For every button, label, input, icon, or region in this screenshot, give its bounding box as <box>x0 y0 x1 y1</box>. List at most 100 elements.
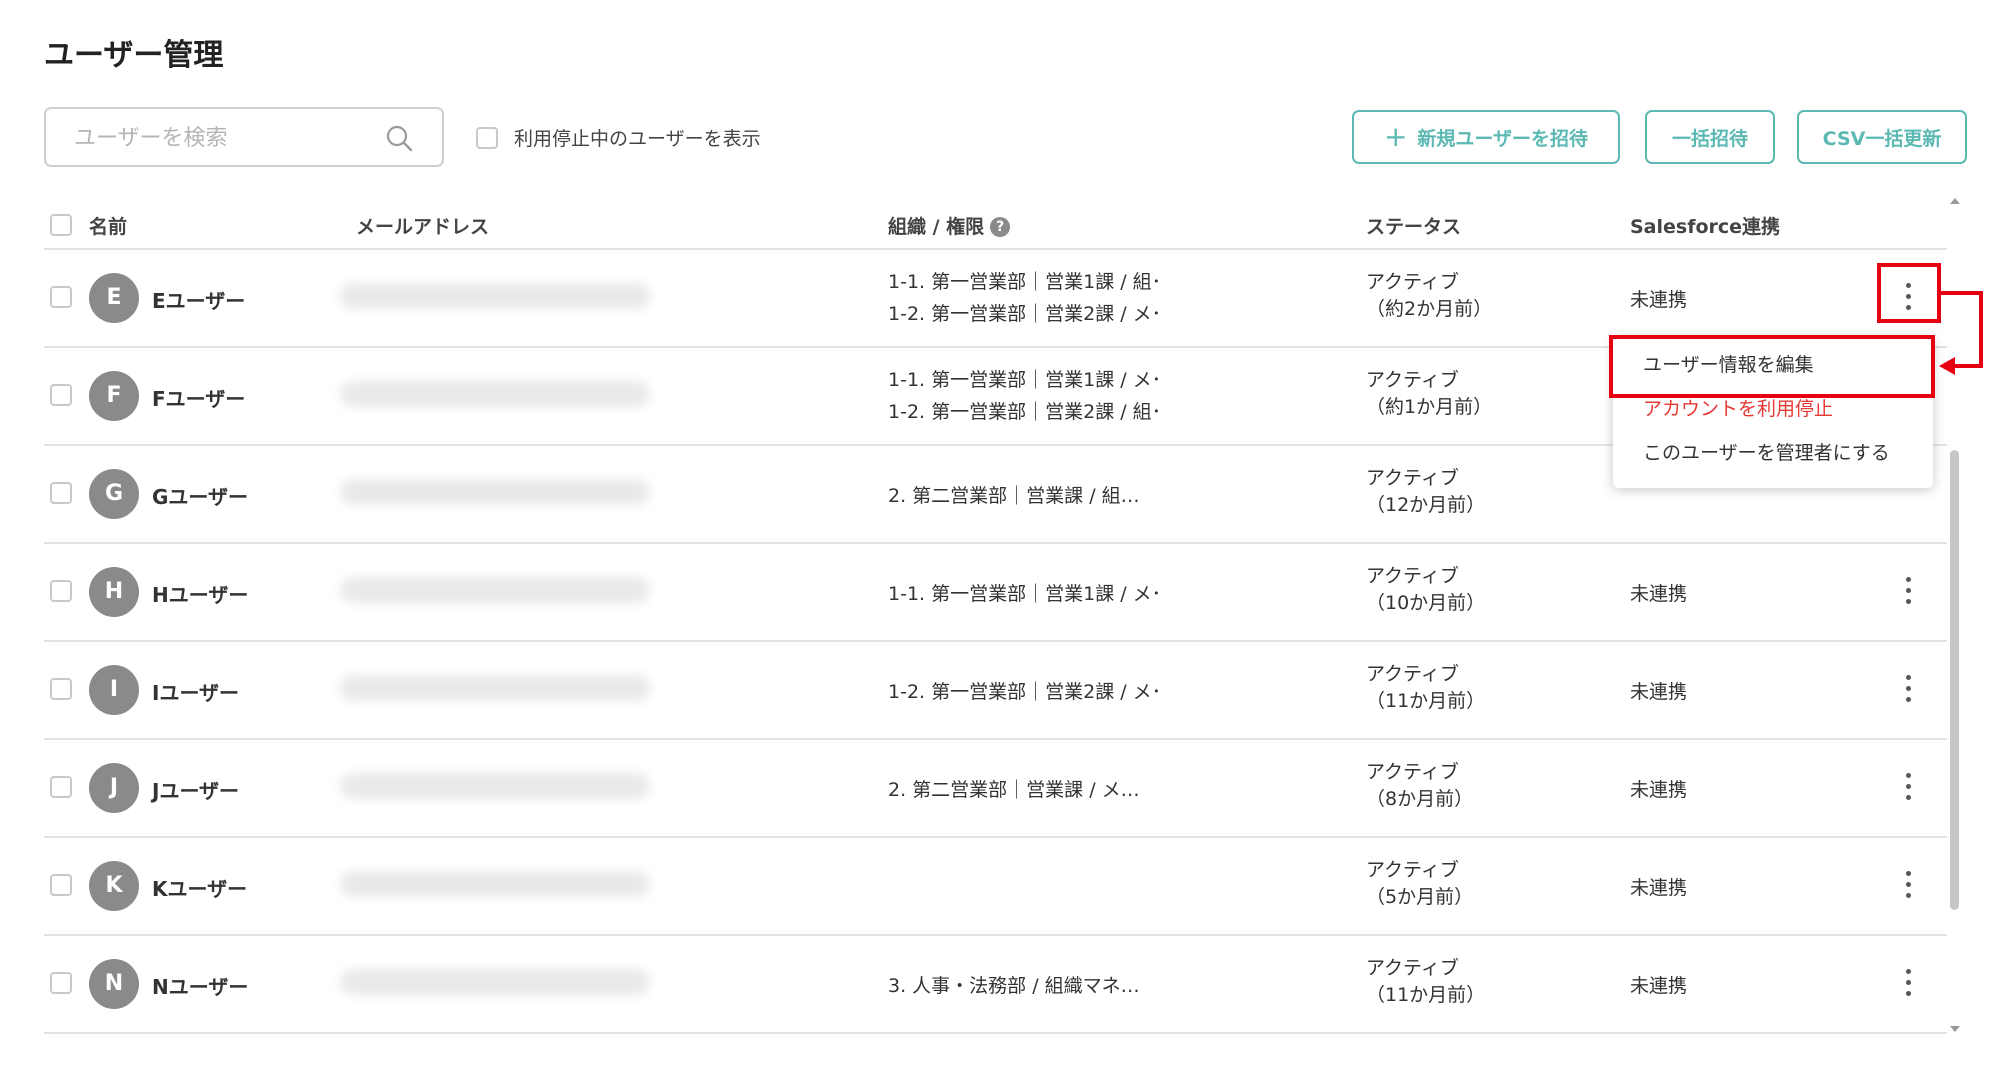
search-icon[interactable] <box>384 123 414 153</box>
status-cell: アクティブ （12か月前） <box>1366 465 1485 519</box>
email-redacted <box>340 479 650 505</box>
row-menu-icon[interactable] <box>1896 963 1920 1003</box>
status-cell: アクティブ （10か月前） <box>1366 563 1485 617</box>
org-line: 1-1. 第一営業部｜営業1課 / 組･ <box>888 271 1162 293</box>
status-since: （11か月前） <box>1366 984 1486 1006</box>
table-row[interactable]: J Jユーザー 2. 第二営業部｜営業課 / メ… アクティブ （8か月前） 未連… <box>0 739 1960 837</box>
user-name: Kユーザー <box>152 877 248 901</box>
org-line: 1-2. 第一営業部｜営業2課 / 組･ <box>888 401 1162 423</box>
header-status[interactable]: ステータス <box>1366 212 1461 239</box>
org-line: 1-2. 第一営業部｜営業2課 / メ･ <box>888 681 1162 703</box>
select-all-checkbox[interactable] <box>50 214 72 236</box>
salesforce-status: 未連携 <box>1630 779 1688 801</box>
status-text: アクティブ <box>1366 565 1459 587</box>
invite-user-button[interactable]: + 新規ユーザーを招待 <box>1352 110 1620 164</box>
status-since: （8か月前） <box>1366 788 1474 810</box>
status-cell: アクティブ （5か月前） <box>1366 857 1473 911</box>
email-redacted <box>340 675 650 701</box>
avatar: F <box>89 371 139 421</box>
status-text: アクティブ <box>1366 369 1459 391</box>
email-redacted <box>340 283 650 309</box>
status-since: （約1か月前） <box>1366 396 1493 418</box>
status-since: （5か月前） <box>1366 886 1474 908</box>
row-menu-icon[interactable] <box>1896 571 1920 611</box>
email-redacted <box>340 577 650 603</box>
row-menu-icon[interactable] <box>1896 865 1920 905</box>
table-row[interactable]: K Kユーザー アクティブ （5か月前） 未連携 <box>0 837 1960 935</box>
scroll-up-icon[interactable] <box>1950 198 1960 204</box>
table-row[interactable]: I Iユーザー 1-2. 第一営業部｜営業2課 / メ･ アクティブ （11か月前… <box>0 641 1960 739</box>
menu-item-suspend-account[interactable]: アカウントを利用停止 <box>1643 394 1833 421</box>
user-name: Gユーザー <box>152 485 249 509</box>
invite-user-label: 新規ユーザーを招待 <box>1417 127 1589 150</box>
table-row[interactable]: E Eユーザー 1-1. 第一営業部｜営業1課 / 組･ 1-2. 第一営業部｜… <box>0 249 1960 347</box>
row-checkbox[interactable] <box>50 874 72 896</box>
avatar: N <box>89 959 139 1009</box>
page-title: ユーザー管理 <box>44 38 224 73</box>
salesforce-status: 未連携 <box>1630 681 1688 703</box>
annotation-arrow-icon <box>1939 291 1983 375</box>
row-checkbox[interactable] <box>50 384 72 406</box>
status-text: アクティブ <box>1366 957 1459 979</box>
status-text: アクティブ <box>1366 859 1459 881</box>
row-menu-icon[interactable] <box>1896 669 1920 709</box>
row-checkbox[interactable] <box>50 286 72 308</box>
avatar: K <box>89 861 139 911</box>
menu-item-make-admin[interactable]: このユーザーを管理者にする <box>1643 438 1890 465</box>
table-row[interactable]: H Hユーザー 1-1. 第一営業部｜営業1課 / メ･ アクティブ （10か月前… <box>0 543 1960 641</box>
user-name: Jユーザー <box>152 779 240 803</box>
org-line: 2. 第二営業部｜営業課 / 組… <box>888 485 1140 507</box>
avatar: I <box>89 665 139 715</box>
row-divider <box>44 1032 1947 1034</box>
row-checkbox[interactable] <box>50 580 72 602</box>
header-salesforce[interactable]: Salesforce連携 <box>1630 212 1780 239</box>
scrollbar-thumb[interactable] <box>1950 450 1959 910</box>
row-checkbox[interactable] <box>50 678 72 700</box>
show-suspended-checkbox[interactable] <box>476 127 498 149</box>
plus-icon: + <box>1383 120 1408 153</box>
email-redacted <box>340 773 650 799</box>
status-since: （12か月前） <box>1366 494 1486 516</box>
status-cell: アクティブ （約2か月前） <box>1366 269 1492 323</box>
org-line: 1-2. 第一営業部｜営業2課 / メ･ <box>888 303 1162 325</box>
status-cell: アクティブ （8か月前） <box>1366 759 1473 813</box>
status-since: （10か月前） <box>1366 592 1486 614</box>
show-suspended-label: 利用停止中のユーザーを表示 <box>514 128 761 150</box>
bulk-invite-button[interactable]: 一括招待 <box>1645 110 1775 164</box>
help-icon[interactable]: ? <box>990 217 1011 237</box>
avatar: E <box>89 273 139 323</box>
header-name[interactable]: 名前 <box>89 212 127 239</box>
salesforce-status: 未連携 <box>1630 583 1688 605</box>
avatar: G <box>89 469 139 519</box>
email-redacted <box>340 969 650 995</box>
status-cell: アクティブ （約1か月前） <box>1366 367 1492 421</box>
csv-update-button[interactable]: CSV一括更新 <box>1797 110 1967 164</box>
row-checkbox[interactable] <box>50 776 72 798</box>
email-redacted <box>340 871 650 897</box>
row-checkbox[interactable] <box>50 482 72 504</box>
search-input[interactable] <box>72 121 396 155</box>
salesforce-status: 未連携 <box>1630 877 1688 899</box>
avatar: J <box>89 763 139 813</box>
row-menu-icon[interactable] <box>1896 767 1920 807</box>
status-cell: アクティブ （11か月前） <box>1366 955 1485 1009</box>
salesforce-status: 未連携 <box>1630 975 1688 997</box>
scroll-down-icon[interactable] <box>1950 1026 1960 1032</box>
org-line: 2. 第二営業部｜営業課 / メ… <box>888 779 1140 801</box>
status-text: アクティブ <box>1366 663 1459 685</box>
search-box[interactable] <box>44 107 444 167</box>
status-text: アクティブ <box>1366 271 1459 293</box>
row-checkbox[interactable] <box>50 972 72 994</box>
header-org-label: 組織 / 権限 <box>888 216 985 238</box>
avatar: H <box>89 567 139 617</box>
header-org: 組織 / 権限? <box>888 212 1011 239</box>
status-cell: アクティブ （11か月前） <box>1366 661 1485 715</box>
table-row[interactable]: N Nユーザー 3. 人事・法務部 / 組織マネ… アクティブ （11か月前） 未… <box>0 935 1960 1033</box>
status-text: アクティブ <box>1366 467 1459 489</box>
email-redacted <box>340 381 650 407</box>
header-email[interactable]: メールアドレス <box>356 212 489 239</box>
highlight-kebab <box>1877 263 1941 323</box>
org-line: 1-1. 第一営業部｜営業1課 / メ･ <box>888 369 1162 391</box>
org-line: 3. 人事・法務部 / 組織マネ… <box>888 975 1140 997</box>
org-line: 1-1. 第一営業部｜営業1課 / メ･ <box>888 583 1162 605</box>
